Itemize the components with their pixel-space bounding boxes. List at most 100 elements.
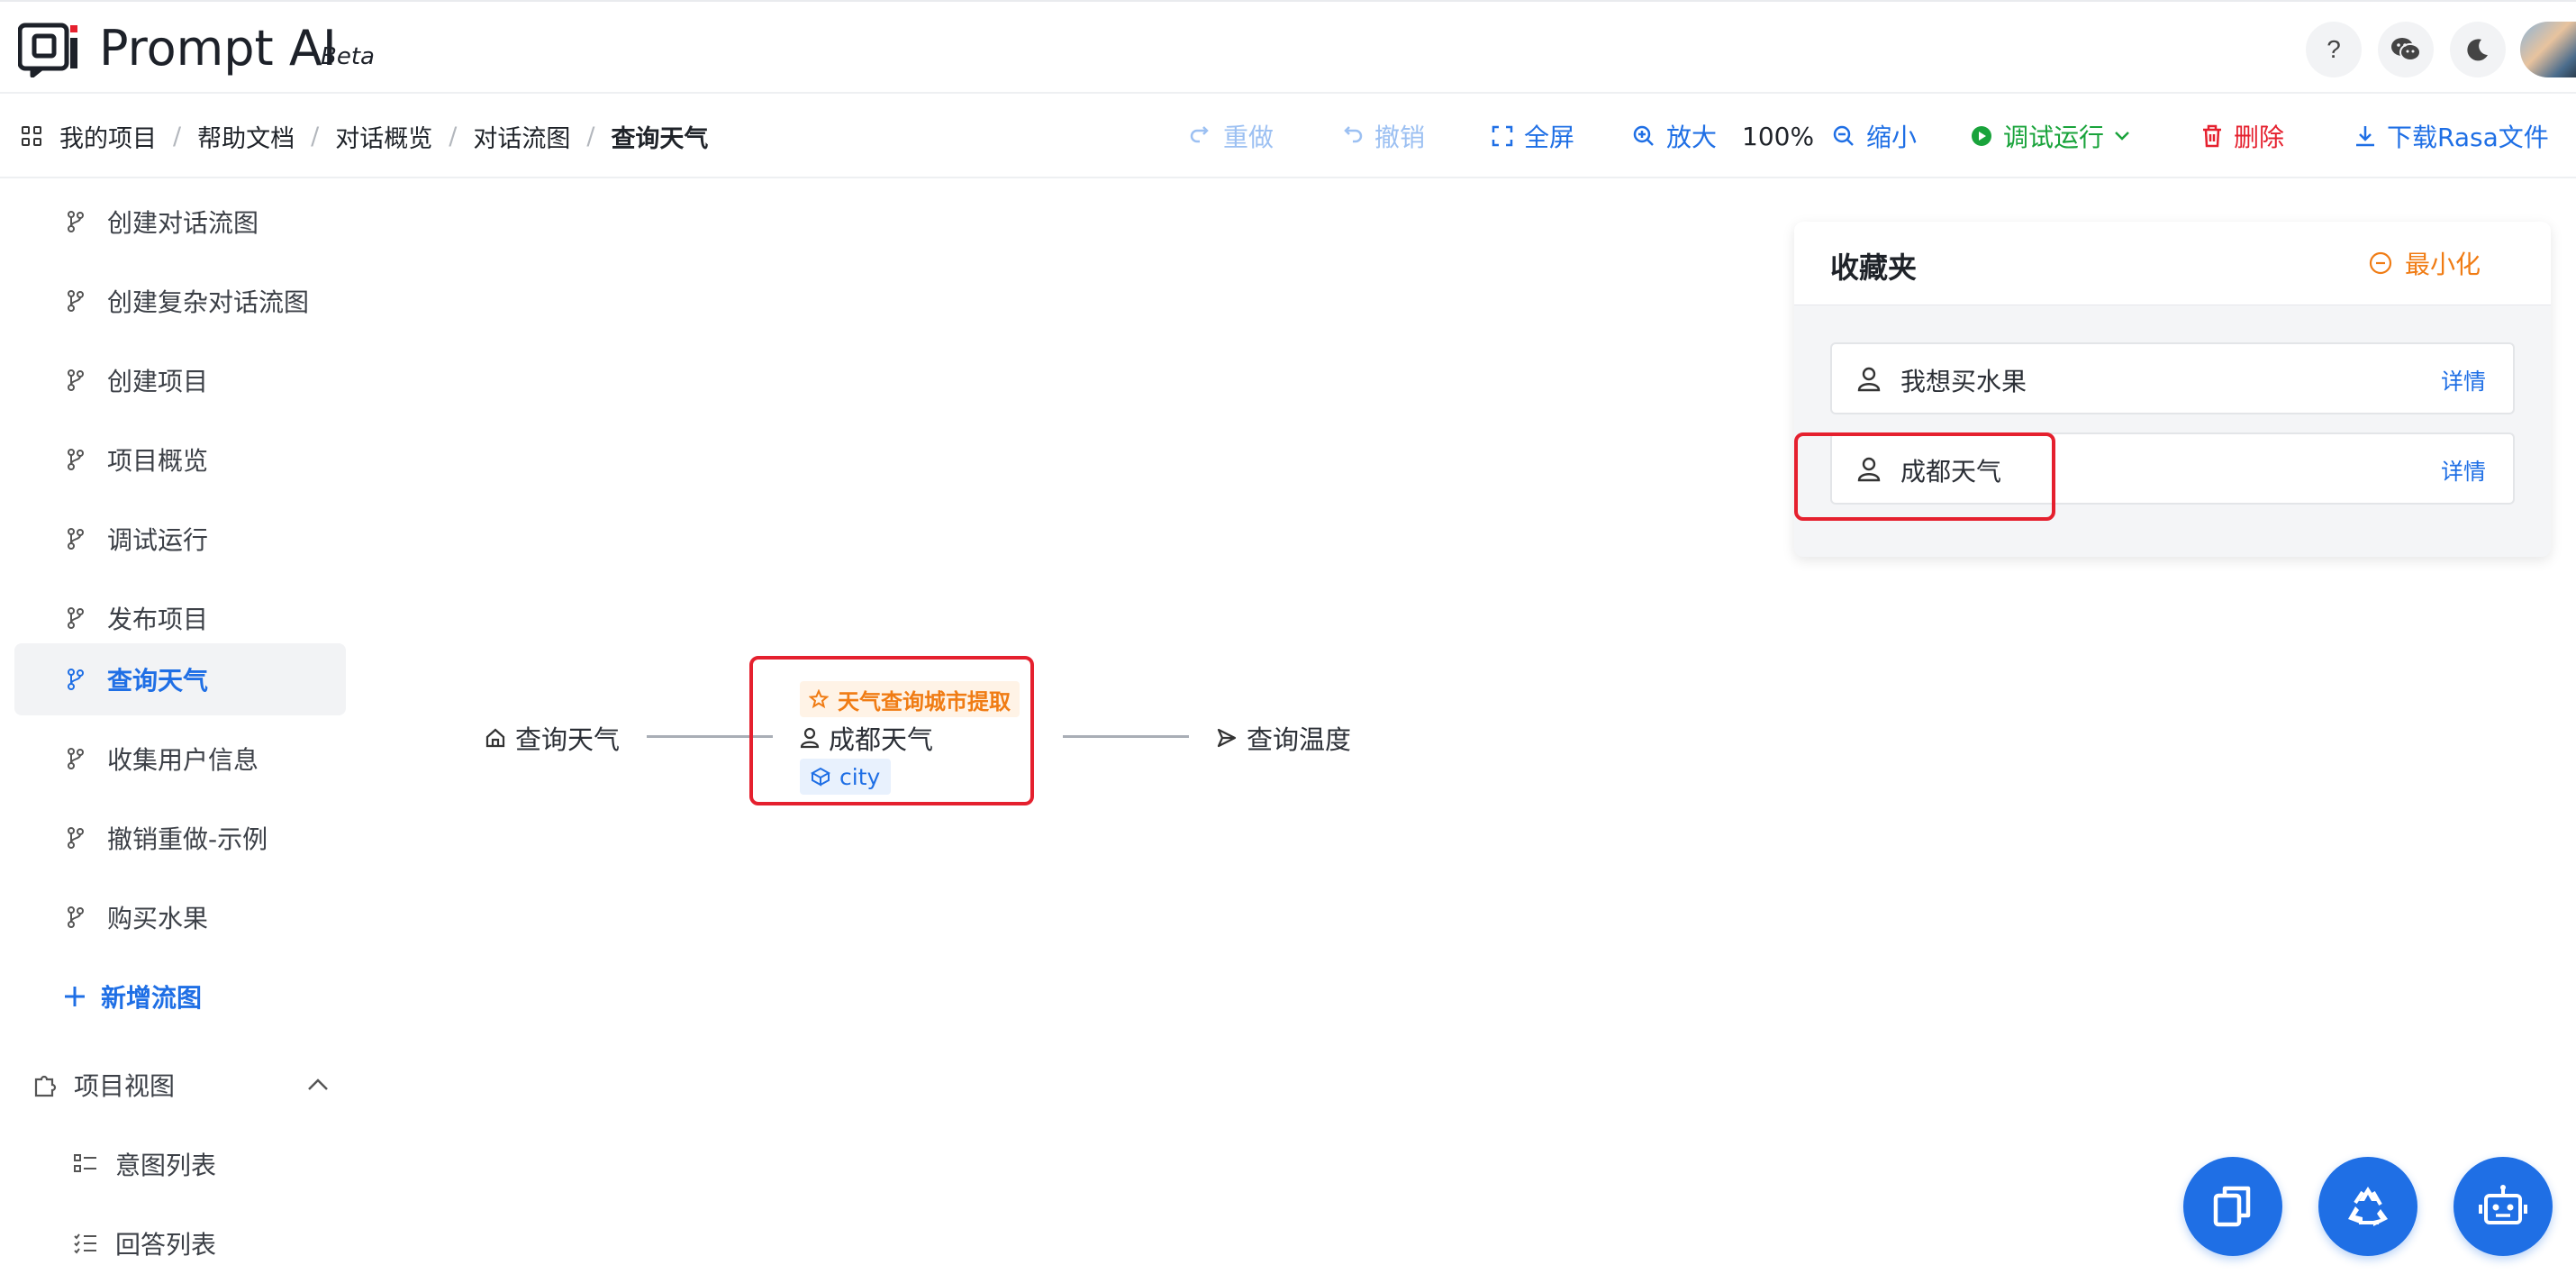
sidebar-flow-label: 撤销重做-示例 (107, 824, 268, 854)
sidebar-flow-item[interactable]: 购买水果 (14, 881, 346, 953)
sidebar-flow-item[interactable]: 创建复杂对话流图 (14, 265, 346, 337)
minimize-button[interactable]: 最小化 (2369, 245, 2481, 281)
minus-circle-icon (2369, 251, 2392, 275)
download-icon (2356, 126, 2374, 147)
redo-icon (1190, 126, 1209, 143)
zoom-out-label: 缩小 (1866, 123, 1918, 152)
sidebar-flow-label: 创建对话流图 (107, 208, 259, 238)
flow-start-label: 查询天气 (515, 724, 621, 755)
copy-button[interactable] (2183, 1157, 2282, 1256)
flow-start-node[interactable]: 查询天气 (485, 719, 620, 757)
chevron-down-icon (2115, 132, 2129, 141)
undo-label: 撤销 (1374, 123, 1426, 152)
download-rasa-button[interactable]: 下载Rasa文件 (2354, 94, 2549, 178)
prompt-ai-logo-icon (18, 23, 77, 77)
breadcrumb-separator: / (173, 122, 182, 150)
download-label: 下载Rasa文件 (2387, 123, 2549, 152)
plus-icon (65, 987, 85, 1006)
wechat-icon (2391, 38, 2421, 61)
debug-run-button[interactable]: 调试运行 (1971, 94, 2131, 178)
breadcrumb-my-projects[interactable]: 我的项目 (59, 119, 157, 154)
dark-mode-button[interactable] (2450, 22, 2506, 77)
favorite-detail-link[interactable]: 详情 (2441, 364, 2486, 396)
beta-badge: Beta (321, 43, 375, 70)
breadcrumb-help-docs[interactable]: 帮助文档 (197, 119, 295, 154)
branch-icon (68, 669, 84, 690)
wechat-button[interactable] (2378, 22, 2434, 77)
breadcrumb-separator: / (449, 122, 458, 150)
branch-icon (68, 528, 84, 550)
sidebar-flow-label: 创建复杂对话流图 (107, 287, 310, 317)
add-flow-label: 新增流图 (101, 983, 203, 1013)
sidebar-flow-item[interactable]: 收集用户信息 (14, 723, 346, 795)
redo-button[interactable]: 重做 (1189, 94, 1274, 178)
sidebar-flow-label: 查询天气 (107, 666, 209, 696)
breadcrumb-bar: 我的项目 / 帮助文档 / 对话概览 / 对话流图 / 查询天气 重做 撤销 全… (0, 94, 2576, 178)
sidebar-answer-list[interactable]: 回答列表 (14, 1207, 346, 1274)
branch-icon (68, 827, 84, 849)
add-flow-button[interactable]: 新增流图 (63, 960, 202, 1033)
sidebar-flow-item[interactable]: 创建项目 (14, 344, 346, 416)
sidebar: 创建对话流图 创建复杂对话流图 创建项目 项目概览 调试运行 发布项目 查询天气… (0, 178, 360, 1274)
sidebar-flow-item-active[interactable]: 查询天气 (14, 643, 346, 715)
fullscreen-button[interactable]: 全屏 (1492, 94, 1574, 178)
home-icon (485, 728, 505, 748)
sidebar-flow-label: 项目概览 (107, 446, 209, 476)
top-bar: Prompt AI Beta ? (0, 0, 2576, 94)
breadcrumb-separator: / (311, 122, 320, 150)
grid-icon (22, 126, 41, 146)
flow-edge (1063, 735, 1189, 738)
sidebar-flow-label: 调试运行 (107, 525, 209, 555)
recycle-button[interactable] (2318, 1157, 2417, 1256)
branch-icon (68, 369, 84, 391)
delete-button[interactable]: 删除 (2201, 94, 2284, 178)
help-button[interactable]: ? (2306, 22, 2362, 77)
copy-icon (2213, 1186, 2251, 1227)
sidebar-flow-label: 发布项目 (107, 605, 209, 634)
fullscreen-label: 全屏 (1524, 123, 1575, 152)
redo-label: 重做 (1223, 123, 1274, 152)
fullscreen-icon (1492, 125, 1513, 147)
svg-text:?: ? (2327, 37, 2341, 62)
sidebar-flow-label: 创建项目 (107, 367, 209, 396)
favorite-item[interactable]: 我想买水果 详情 (1830, 342, 2515, 414)
robot-icon (2479, 1185, 2527, 1224)
undo-button[interactable]: 撤销 (1340, 94, 1425, 178)
breadcrumb-current: 查询天气 (611, 124, 709, 153)
project-view-label: 项目视图 (74, 1071, 176, 1101)
zoom-in-icon (1633, 125, 1654, 146)
debug-run-label: 调试运行 (2003, 123, 2105, 152)
highlight-box (1794, 432, 2055, 521)
question-icon: ? (2327, 37, 2341, 62)
project-view-section-toggle[interactable]: 项目视图 (32, 1049, 330, 1121)
breadcrumb-separator: / (586, 122, 595, 150)
favorites-header: 收藏夹 最小化 (1794, 222, 2551, 305)
trash-icon (2203, 124, 2221, 148)
avatar[interactable] (2520, 22, 2576, 77)
zoom-in-button[interactable]: 放大 (1632, 94, 1717, 178)
sidebar-flow-item[interactable]: 调试运行 (14, 503, 346, 575)
chatbot-button[interactable] (2454, 1157, 2553, 1256)
moon-icon (2467, 39, 2488, 61)
sidebar-intent-list[interactable]: 意图列表 (14, 1128, 346, 1200)
branch-icon (68, 211, 84, 232)
intent-list-label: 意图列表 (115, 1151, 217, 1180)
breadcrumb-dialog-flow[interactable]: 对话流图 (473, 119, 570, 154)
branch-icon (68, 906, 84, 928)
sidebar-flow-item[interactable]: 撤销重做-示例 (14, 802, 346, 874)
highlight-box (749, 656, 1034, 805)
zoom-level: 100% (1742, 121, 1815, 151)
sidebar-flow-item[interactable]: 项目概览 (14, 423, 346, 496)
branch-icon (68, 607, 84, 629)
branch-icon (68, 748, 84, 769)
breadcrumb-dialog-overview[interactable]: 对话概览 (335, 119, 432, 154)
brand-name: Prompt AI (99, 20, 337, 77)
branch-icon (68, 449, 84, 470)
zoom-out-button[interactable]: 缩小 (1832, 94, 1917, 178)
sidebar-flow-item[interactable]: 创建对话流图 (14, 186, 346, 258)
favorite-detail-link[interactable]: 详情 (2441, 454, 2486, 487)
chevron-up-icon (308, 1078, 328, 1090)
flow-next-node[interactable]: 查询温度 (1216, 719, 1351, 757)
puzzle-icon (34, 1075, 57, 1097)
answer-list-label: 回答列表 (115, 1230, 217, 1260)
